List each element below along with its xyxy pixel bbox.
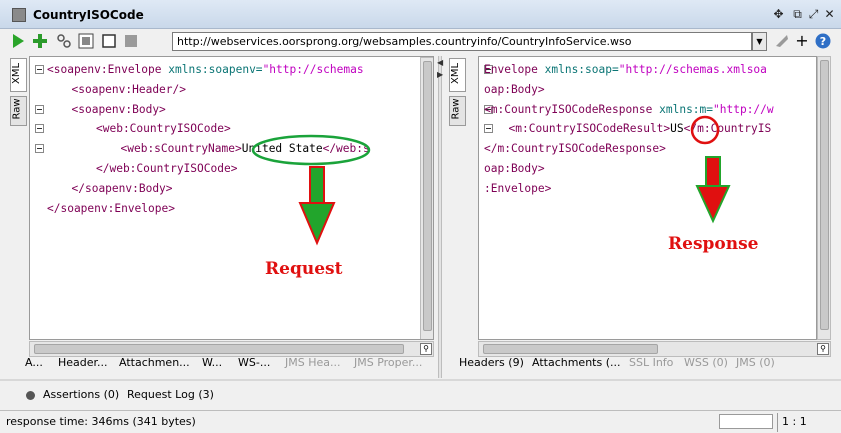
log-splitter[interactable] [0,379,841,381]
tab-assertions[interactable]: Assertions (0) [43,388,119,401]
request-highlight-ellipse [251,134,371,166]
request-annotation: Request [265,259,343,279]
response-annotation: Response [668,234,759,254]
status-bar: response time: 346ms (341 bytes) 1 : 1 [0,410,841,433]
response-time: response time: 346ms (341 bytes) [6,415,196,428]
progress-box [719,414,773,429]
assertions-status-icon [26,391,35,400]
tab-request-log[interactable]: Request Log (3) [127,388,214,401]
response-highlight-circle [690,115,720,145]
response-arrow-icon [695,156,731,224]
log-tabs: Assertions (0) Request Log (3) [0,382,841,410]
annotation-overlay [251,115,731,246]
request-arrow-icon [298,166,336,246]
cursor-position: 1 : 1 [782,415,807,428]
